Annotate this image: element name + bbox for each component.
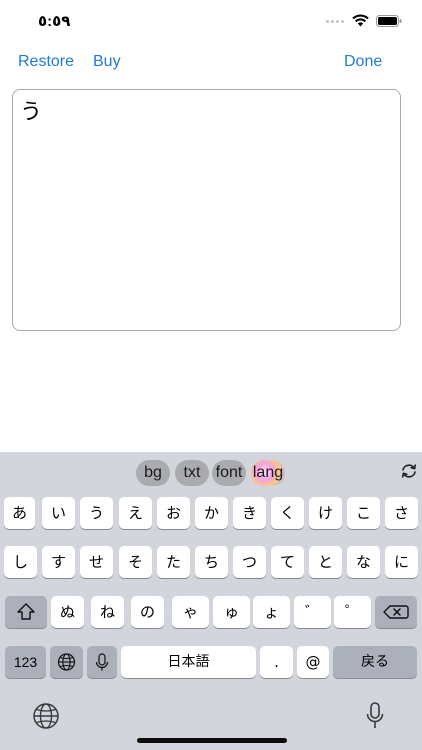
- home-indicator: [137, 738, 287, 743]
- key-dakuten[interactable]: ゛: [294, 596, 331, 628]
- backspace-icon: [383, 605, 409, 619]
- key-i[interactable]: い: [42, 497, 75, 529]
- shift-icon: [17, 603, 35, 620]
- microphone-icon: [95, 653, 109, 671]
- toolbar-txt-button[interactable]: txt: [175, 460, 209, 486]
- key-a[interactable]: あ: [4, 497, 35, 529]
- dictation-microphone-icon[interactable]: [366, 702, 384, 730]
- numbers-key[interactable]: 123: [5, 646, 46, 678]
- key-ka[interactable]: か: [195, 497, 228, 529]
- dictation-key[interactable]: [87, 646, 117, 678]
- key-ni[interactable]: に: [385, 546, 418, 578]
- globe-icon: [57, 653, 76, 671]
- delete-key[interactable]: [375, 596, 417, 628]
- at-key[interactable]: @: [297, 646, 329, 678]
- key-o[interactable]: お: [157, 497, 190, 529]
- key-se[interactable]: せ: [80, 546, 113, 578]
- key-no[interactable]: の: [131, 596, 164, 628]
- buy-button[interactable]: Buy: [93, 52, 121, 72]
- key-ku[interactable]: く: [271, 497, 304, 529]
- restore-button[interactable]: Restore: [18, 52, 74, 72]
- battery-icon: [376, 15, 402, 27]
- key-chi[interactable]: ち: [195, 546, 228, 578]
- status-time: ٥:٥٩: [38, 13, 71, 30]
- key-ne[interactable]: ね: [91, 596, 124, 628]
- done-button[interactable]: Done: [344, 52, 382, 72]
- toolbar-bg-button[interactable]: bg: [136, 460, 170, 486]
- key-e[interactable]: え: [119, 497, 152, 529]
- refresh-icon[interactable]: [400, 462, 418, 480]
- key-handakuten[interactable]: ゜: [334, 596, 371, 628]
- wifi-icon: [352, 14, 369, 27]
- toolbar-lang-button[interactable]: lang: [251, 460, 285, 486]
- globe-key[interactable]: [50, 646, 83, 678]
- key-nu[interactable]: ぬ: [51, 596, 84, 628]
- return-key[interactable]: 戻る: [333, 646, 417, 678]
- editor-text: う: [20, 100, 43, 125]
- key-tsu[interactable]: つ: [233, 546, 266, 578]
- cellular-signal-icon: [326, 19, 346, 24]
- key-na[interactable]: な: [347, 546, 380, 578]
- keyboard-switch-globe-icon[interactable]: [32, 702, 60, 730]
- space-key[interactable]: 日本語: [121, 646, 256, 678]
- key-small-yu[interactable]: ゅ: [213, 596, 250, 628]
- status-bar: ٥:٥٩: [0, 0, 422, 44]
- key-small-ya[interactable]: ゃ: [172, 596, 209, 628]
- key-ke[interactable]: け: [309, 497, 342, 529]
- key-ta[interactable]: た: [157, 546, 190, 578]
- key-u[interactable]: う: [80, 497, 113, 529]
- key-to[interactable]: と: [309, 546, 342, 578]
- key-te[interactable]: て: [271, 546, 304, 578]
- period-key[interactable]: .: [260, 646, 293, 678]
- key-small-yo[interactable]: ょ: [253, 596, 290, 628]
- shift-key[interactable]: [5, 596, 47, 628]
- toolbar-font-button[interactable]: font: [212, 460, 246, 486]
- key-shi[interactable]: し: [4, 546, 37, 578]
- key-so[interactable]: そ: [119, 546, 152, 578]
- key-su[interactable]: す: [42, 546, 75, 578]
- key-ki[interactable]: き: [233, 497, 266, 529]
- text-editor[interactable]: う: [12, 89, 401, 331]
- key-sa[interactable]: さ: [385, 497, 418, 529]
- key-ko[interactable]: こ: [347, 497, 380, 529]
